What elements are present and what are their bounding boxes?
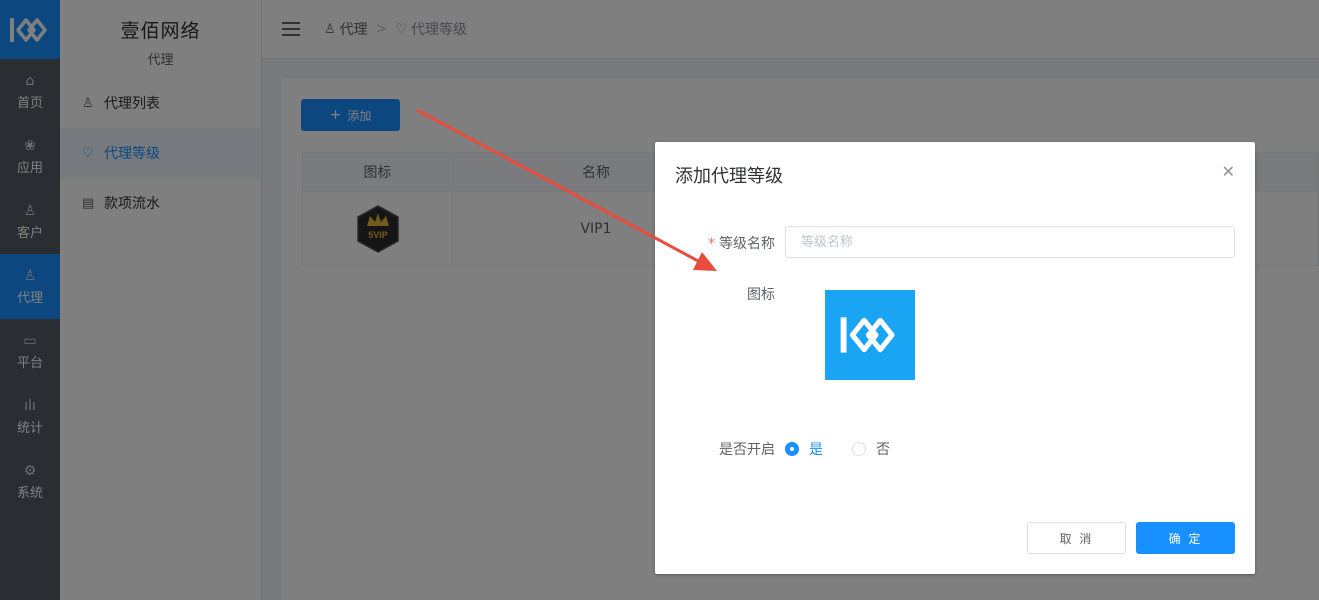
radio-yes[interactable]: 是 — [785, 439, 823, 459]
radio-no-label: 否 — [876, 442, 890, 458]
level-name-input[interactable] — [785, 226, 1235, 258]
close-icon[interactable]: ✕ — [1222, 162, 1235, 181]
required-asterisk: * — [708, 236, 715, 252]
level-name-label-text: 等级名称 — [719, 236, 775, 252]
level-name-label: * 等级名称 — [655, 233, 775, 253]
dialog-title: 添加代理等级 — [675, 166, 783, 187]
radio-unchecked-icon — [852, 442, 866, 456]
confirm-button[interactable]: 确 定 — [1136, 522, 1235, 554]
cancel-button[interactable]: 取 消 — [1027, 522, 1126, 554]
add-level-dialog: 添加代理等级 ✕ *等级名称 图标 是否开启 是 否 取 消 确 定 — [655, 142, 1255, 574]
icon-upload[interactable] — [825, 290, 915, 380]
enable-label: 是否开启 — [719, 442, 775, 458]
logo-icon — [840, 317, 895, 353]
radio-checked-icon — [785, 442, 799, 456]
radio-no[interactable]: 否 — [852, 439, 890, 459]
radio-yes-label: 是 — [809, 442, 823, 458]
icon-label: 图标 — [747, 287, 775, 303]
